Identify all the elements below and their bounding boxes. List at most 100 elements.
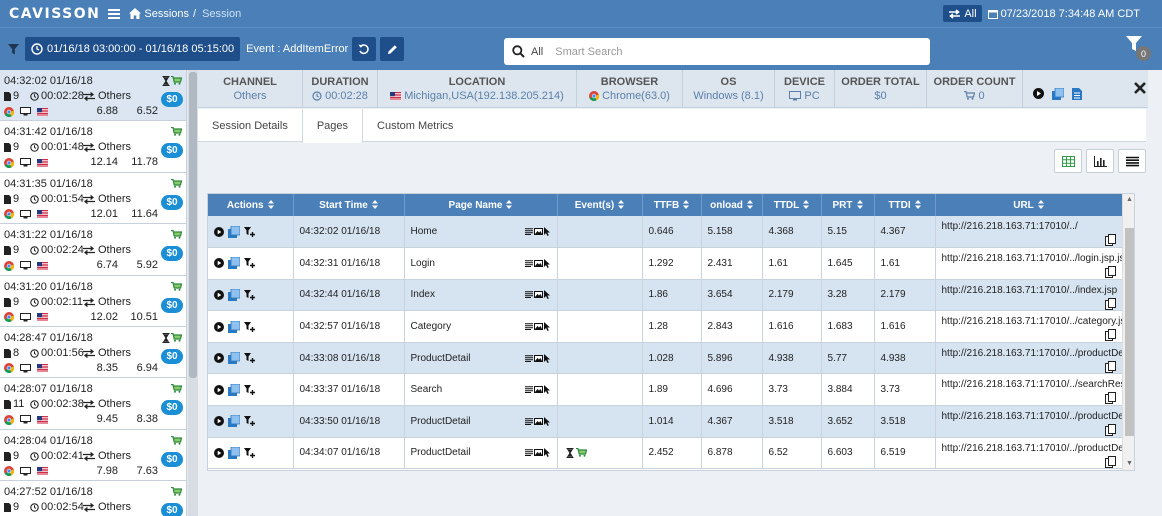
column-header-prt[interactable]: PRT (821, 194, 875, 216)
session-item[interactable]: 04:27:52 01/16/18 9 00:02:54 Others $0 (0, 481, 187, 516)
details-lines-icon[interactable] (524, 228, 533, 236)
screenshot-image-icon[interactable] (533, 417, 543, 425)
filter-add-icon[interactable] (244, 289, 255, 300)
edit-button[interactable] (380, 37, 405, 61)
screenshot-image-icon[interactable] (533, 259, 543, 267)
table-row[interactable]: 04:33:50 01/16/18 ProductDetail 1.014 4.367… (208, 405, 1123, 438)
table-row[interactable]: 04:32:44 01/16/18 Index 1.86 3.654 2.179 3.28… (208, 279, 1123, 312)
cell-url[interactable]: http://216.218.163.71:17010/../productDe… (942, 348, 1122, 359)
tab-pages[interactable]: Pages (301, 109, 364, 143)
tab-custom-metrics[interactable]: Custom Metrics (363, 109, 467, 142)
table-row[interactable]: 04:34:07 01/16/18 ProductDetail 2.452 6.878… (208, 437, 1123, 470)
table-row[interactable]: 04:32:02 01/16/18 Home 0.646 5.158 4.368 5.15… (208, 216, 1123, 249)
copy-icon[interactable] (1104, 424, 1116, 437)
filter-icon[interactable] (8, 43, 19, 55)
screenshot-image-icon[interactable] (533, 354, 543, 362)
play-icon[interactable] (214, 353, 224, 364)
cursor-icon[interactable] (543, 448, 551, 458)
filter-panel-button[interactable]: 0 (1126, 36, 1151, 61)
cell-url[interactable]: http://216.218.163.71:17010/../searchRes… (942, 379, 1122, 390)
copy-icon[interactable] (1104, 392, 1116, 405)
tab-session-details[interactable]: Session Details (198, 109, 302, 142)
search-input[interactable] (555, 45, 930, 58)
refresh-button[interactable] (352, 37, 377, 61)
hamburger-menu-icon[interactable] (108, 8, 121, 19)
cursor-icon[interactable] (543, 322, 551, 332)
session-item[interactable]: 04:28:07 01/16/18 11 00:02:38 Others 9.45 8.3… (0, 378, 187, 430)
time-range-button[interactable]: 01/16/18 03:00:00 - 01/16/18 05:15:00 (25, 37, 241, 61)
snapshot-icon[interactable] (228, 225, 240, 238)
sort-icon[interactable] (914, 200, 921, 210)
column-header-onload[interactable]: onload (701, 194, 763, 216)
cursor-icon[interactable] (543, 416, 551, 426)
details-lines-icon[interactable] (524, 418, 533, 425)
details-lines-icon[interactable] (524, 386, 533, 394)
copy-icon[interactable] (1104, 297, 1116, 310)
column-header-events[interactable]: Event(s) (557, 194, 643, 216)
session-item[interactable]: 04:28:47 01/16/18 8 00:01:56 Others 8.35 6.94… (0, 326, 187, 379)
snapshot-icon[interactable] (228, 320, 240, 333)
snapshot-icon[interactable] (228, 383, 240, 396)
snapshot-icon[interactable] (228, 415, 240, 428)
smart-search-box[interactable]: All (504, 38, 930, 65)
column-header-ttdl[interactable]: TTDL (762, 194, 822, 216)
details-lines-icon[interactable] (524, 449, 533, 457)
details-lines-icon[interactable] (524, 323, 533, 331)
filter-add-icon[interactable] (244, 447, 255, 458)
filter-add-icon[interactable] (244, 353, 255, 364)
cell-url[interactable]: http://216.218.163.71:17010/../index.jsp (942, 285, 1118, 296)
session-item[interactable]: 04:31:20 01/16/18 9 00:02:11 Others 12.02 10.… (0, 275, 187, 327)
play-icon[interactable] (214, 416, 224, 427)
details-lines-icon[interactable] (524, 260, 533, 267)
cell-url[interactable]: http://216.218.163.71:17010/../productDe… (942, 411, 1122, 422)
filter-add-icon[interactable] (244, 321, 255, 332)
copy-icon[interactable] (1104, 455, 1116, 468)
snapshot-icon[interactable] (228, 352, 240, 365)
cell-url[interactable]: http://216.218.163.71:17010/../productDe… (942, 443, 1122, 454)
close-icon[interactable] (1134, 82, 1146, 94)
table-row[interactable]: 04:33:37 01/16/18 Search 1.89 4.696 3.73 3.88… (208, 373, 1123, 407)
sort-icon[interactable] (267, 200, 274, 210)
sort-icon[interactable] (1037, 200, 1044, 210)
session-item[interactable]: 04:28:04 01/16/18 9 00:02:41 Others 7.98 7.63… (0, 429, 187, 482)
home-icon[interactable] (129, 8, 142, 19)
search-scope[interactable]: All (531, 46, 543, 58)
screenshot-image-icon[interactable] (533, 386, 543, 394)
play-icon[interactable] (214, 321, 224, 332)
sort-icon[interactable] (683, 200, 690, 210)
sort-icon[interactable] (506, 200, 513, 210)
play-icon[interactable] (214, 447, 224, 458)
cursor-icon[interactable] (543, 227, 551, 237)
column-header-start-time[interactable]: Start Time (293, 194, 405, 216)
filter-add-icon[interactable] (244, 416, 255, 427)
breadcrumb-sessions[interactable]: Sessions (144, 8, 189, 20)
screenshot-image-icon[interactable] (533, 449, 543, 457)
copy-icon[interactable] (1104, 266, 1116, 279)
cursor-icon[interactable] (543, 353, 551, 363)
play-icon[interactable] (214, 258, 224, 269)
filter-add-icon[interactable] (244, 258, 255, 269)
copy-icon[interactable] (1104, 360, 1116, 373)
chart-view-button[interactable] (1086, 149, 1114, 173)
sort-icon[interactable] (618, 200, 625, 210)
all-button[interactable]: All (943, 5, 982, 22)
grid-view-button[interactable] (1054, 149, 1082, 173)
screenshot-image-icon[interactable] (533, 291, 543, 299)
cell-url[interactable]: http://216.218.163.71:17010/../login.jsp… (942, 253, 1122, 264)
list-view-button[interactable] (1118, 149, 1146, 173)
play-icon[interactable] (214, 226, 224, 237)
column-header-ttfb[interactable]: TTFB (642, 194, 702, 216)
details-lines-icon[interactable] (524, 354, 533, 362)
copy-icon[interactable] (1104, 234, 1116, 246)
filter-add-icon[interactable] (244, 226, 255, 237)
snapshot-icon[interactable] (228, 446, 240, 459)
session-list-scrollbar[interactable] (188, 70, 198, 516)
session-item[interactable]: 04:32:02 01/16/18 9 00:02:28 Others 6.88 6.52… (0, 70, 187, 122)
column-header-url[interactable]: URL (935, 194, 1123, 216)
screenshot-image-icon[interactable] (533, 228, 543, 236)
table-scrollbar[interactable]: ▲ ▼ (1122, 194, 1134, 470)
snapshot-icon[interactable] (228, 288, 240, 301)
play-icon[interactable] (214, 384, 224, 395)
table-row[interactable]: 04:33:08 01/16/18 ProductDetail 1.028 5.896… (208, 342, 1123, 375)
scroll-up-arrow-icon[interactable]: ▲ (1126, 196, 1133, 203)
